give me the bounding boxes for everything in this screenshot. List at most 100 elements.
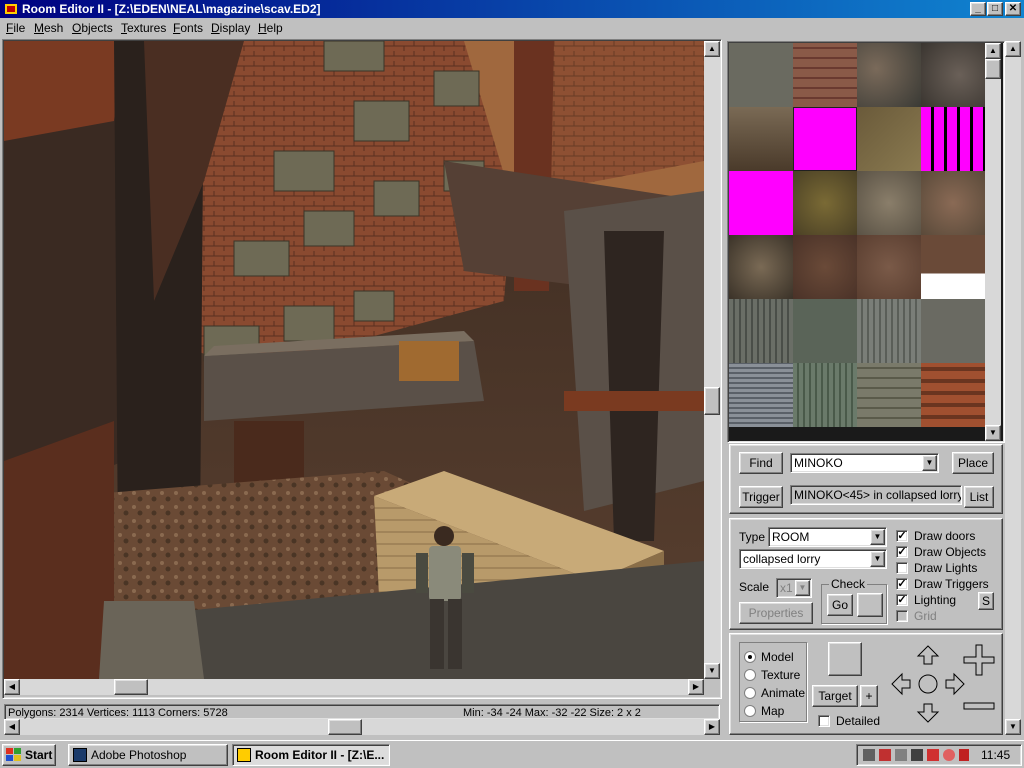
chevron-down-icon[interactable]: ▼ — [922, 455, 937, 471]
menu-objects[interactable]: Objects — [72, 21, 113, 35]
texture-tile[interactable] — [729, 299, 793, 363]
go-button[interactable]: Go — [827, 594, 853, 616]
scroll-thumb[interactable] — [114, 679, 148, 695]
texture-tile[interactable] — [857, 43, 921, 107]
texture-tile[interactable] — [921, 171, 985, 235]
scroll-thumb[interactable] — [328, 719, 362, 735]
scroll-up-arrow-icon[interactable]: ▲ — [704, 41, 720, 57]
lighting-checkbox[interactable]: ✓ — [896, 594, 908, 606]
scroll-thumb[interactable] — [704, 387, 720, 415]
chevron-down-icon[interactable]: ▼ — [870, 529, 885, 545]
texture-palette[interactable] — [729, 43, 1003, 441]
list-button[interactable]: List — [964, 486, 994, 508]
scroll-down-arrow-icon[interactable]: ▼ — [1005, 719, 1021, 735]
task-room-editor[interactable]: Room Editor II - [Z:\E... — [232, 744, 390, 766]
minimize-button[interactable]: _ — [970, 2, 986, 16]
scroll-left-arrow-icon[interactable]: ◀ — [4, 679, 20, 695]
texture-tile[interactable] — [857, 235, 921, 299]
texture-tile[interactable] — [793, 299, 857, 363]
object-combo[interactable]: collapsed lorry ▼ — [739, 549, 887, 569]
mode-texture-radio[interactable] — [744, 669, 756, 681]
scroll-right-arrow-icon[interactable]: ▶ — [688, 679, 704, 695]
window-vertical-scrollbar[interactable]: ▲ ▼ — [1005, 41, 1021, 735]
mode-map-radio[interactable] — [744, 705, 756, 717]
texture-tile[interactable] — [729, 363, 793, 427]
texture-tile-magenta[interactable] — [793, 107, 857, 171]
tray-disk-icon[interactable] — [911, 749, 923, 761]
scroll-left-arrow-icon[interactable]: ◀ — [4, 719, 20, 735]
tray-alert-icon[interactable] — [943, 749, 955, 761]
navigation-pad[interactable] — [890, 644, 966, 724]
scroll-up-arrow-icon[interactable]: ▲ — [1005, 41, 1021, 57]
scroll-thumb[interactable] — [985, 59, 1001, 79]
scroll-right-arrow-icon[interactable]: ▶ — [704, 719, 720, 735]
tray-volume-icon[interactable] — [895, 749, 907, 761]
menu-help[interactable]: Help — [258, 21, 283, 35]
tray-network-icon[interactable] — [863, 749, 875, 761]
texture-tile-magenta[interactable] — [921, 107, 985, 171]
scroll-down-arrow-icon[interactable]: ▼ — [985, 425, 1001, 441]
lighting-s-button[interactable]: S — [978, 592, 994, 610]
draw-triggers-label: Draw Triggers — [914, 577, 989, 591]
texture-tile-magenta[interactable] — [729, 171, 793, 235]
zoom-out-icon[interactable] — [962, 700, 996, 712]
mode-model-radio[interactable] — [744, 651, 756, 663]
texture-scrollbar[interactable]: ▲ ▼ — [985, 43, 1001, 441]
mode-animate-radio[interactable] — [744, 687, 756, 699]
zoom-in-icon[interactable] — [962, 643, 996, 677]
find-value: MINOKO — [794, 456, 843, 470]
lighting-label: Lighting — [914, 593, 957, 607]
tray-app-icon[interactable] — [879, 749, 891, 761]
find-combo[interactable]: MINOKO ▼ — [790, 453, 939, 473]
menu-bar: File Mesh Objects Textures Fonts Display… — [0, 18, 1024, 38]
target-button[interactable]: Target — [812, 685, 858, 707]
menu-mesh[interactable]: Mesh — [34, 21, 63, 35]
status-counts: Polygons: 2314 Vertices: 1113 Corners: 5… — [8, 707, 228, 719]
texture-tile[interactable] — [857, 363, 921, 427]
texture-tile[interactable] — [921, 43, 985, 107]
menu-file[interactable]: File — [6, 21, 25, 35]
tray-printer-icon[interactable] — [927, 749, 939, 761]
scroll-up-arrow-icon[interactable]: ▲ — [985, 43, 1001, 59]
draw-objects-checkbox[interactable]: ✓ — [896, 546, 908, 558]
start-button[interactable]: Start — [2, 744, 56, 766]
texture-tile[interactable] — [793, 171, 857, 235]
maximize-button[interactable]: □ — [987, 2, 1003, 16]
close-button[interactable]: ✕ — [1005, 2, 1021, 16]
texture-tile[interactable] — [729, 43, 793, 107]
texture-tile[interactable] — [729, 235, 793, 299]
target-plus-button[interactable]: + — [860, 685, 878, 707]
status-horizontal-scrollbar[interactable]: ◀ ▶ — [4, 719, 720, 735]
detailed-checkbox[interactable] — [818, 715, 830, 727]
texture-tile[interactable] — [857, 107, 921, 171]
menu-fonts[interactable]: Fonts — [173, 21, 203, 35]
texture-tile[interactable] — [793, 235, 857, 299]
texture-tile[interactable] — [921, 299, 985, 363]
scroll-down-arrow-icon[interactable]: ▼ — [704, 663, 720, 679]
texture-tile[interactable] — [857, 299, 921, 363]
menu-display[interactable]: Display — [211, 21, 250, 35]
task-photoshop[interactable]: Adobe Photoshop — [68, 744, 228, 766]
draw-doors-checkbox[interactable]: ✓ — [896, 530, 908, 542]
type-combo[interactable]: ROOM ▼ — [768, 527, 887, 547]
draw-triggers-checkbox[interactable]: ✓ — [896, 578, 908, 590]
place-button[interactable]: Place — [952, 452, 994, 474]
texture-tile[interactable] — [921, 235, 985, 299]
trigger-field[interactable]: MINOKO<45> in collapsed lorry — [790, 485, 962, 505]
find-button[interactable]: Find — [739, 452, 783, 474]
check-swatch-button[interactable] — [857, 593, 883, 617]
texture-tile[interactable] — [921, 363, 985, 427]
texture-tile[interactable] — [793, 363, 857, 427]
viewport-vertical-scrollbar[interactable]: ▲ ▼ — [704, 41, 720, 679]
trigger-button[interactable]: Trigger — [739, 486, 783, 508]
chevron-down-icon[interactable]: ▼ — [870, 551, 885, 567]
viewport-horizontal-scrollbar[interactable]: ◀ ▶ — [4, 679, 704, 695]
texture-tile[interactable] — [729, 107, 793, 171]
3d-viewport[interactable] — [4, 41, 704, 679]
tray-antivirus-icon[interactable] — [959, 749, 969, 761]
draw-lights-checkbox[interactable] — [896, 562, 908, 574]
texture-tile[interactable] — [857, 171, 921, 235]
preview-swatch-button[interactable] — [828, 642, 862, 676]
menu-textures[interactable]: Textures — [121, 21, 166, 35]
texture-tile[interactable] — [793, 43, 857, 107]
